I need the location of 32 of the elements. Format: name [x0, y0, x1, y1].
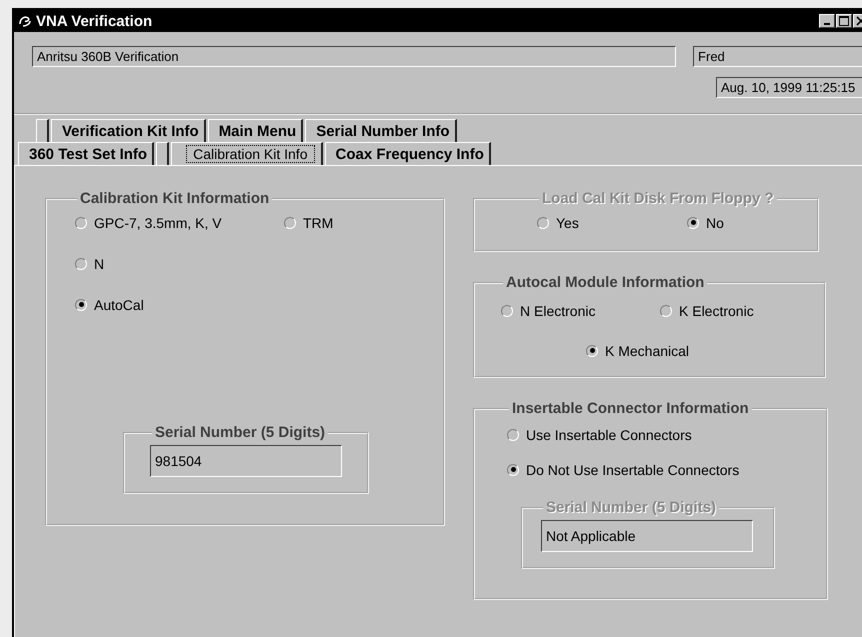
app-icon [18, 14, 32, 28]
radio-button[interactable]: N [75, 254, 104, 273]
tab[interactable]: Main Menu [208, 119, 304, 142]
tab[interactable]: Coax Frequency Info [324, 142, 491, 165]
radio-button[interactable]: N Electronic [501, 301, 596, 320]
window-title: VNA Verification [36, 12, 152, 30]
radio-button[interactable]: Do Not Use Insertable Connectors [507, 460, 740, 479]
minimize-button[interactable] [819, 14, 835, 28]
group-title: Load Cal Kit Disk From Floppy ? [541, 190, 775, 207]
tab[interactable]: 360 Test Set Info [18, 142, 154, 165]
radio-button[interactable]: K Electronic [660, 301, 754, 320]
description-field: Anritsu 360B Verification [32, 46, 676, 67]
radio-button[interactable]: GPC-7, 3.5mm, K, V [75, 213, 222, 232]
tab[interactable]: Serial Number Info [305, 119, 457, 142]
serial-number-field[interactable]: 981504 [150, 445, 342, 477]
tab[interactable] [36, 119, 49, 142]
group-title: Serial Number (5 Digits) [545, 499, 718, 516]
maximize-icon [839, 16, 849, 26]
radio-button[interactable]: Use Insertable Connectors [507, 425, 692, 444]
maximize-button[interactable] [836, 14, 852, 28]
radio-button[interactable]: TRM [284, 213, 334, 232]
group-title: Serial Number (5 Digits) [154, 424, 326, 441]
group-title: Autocal Module Information [505, 274, 706, 291]
tab[interactable]: Calibration Kit Info [171, 142, 322, 165]
user-field: Fred [693, 46, 862, 67]
radio-button[interactable]: AutoCal [75, 295, 144, 314]
radio-button[interactable]: K Mechanical [586, 341, 690, 360]
tab[interactable] [156, 142, 170, 165]
group-title: Calibration Kit Information [79, 190, 270, 207]
timestamp-field: Aug. 10, 1999 11:25:15 [716, 77, 862, 98]
group-title: Insertable Connector Information [511, 400, 750, 417]
tab[interactable]: Verification Kit Info [51, 119, 206, 142]
